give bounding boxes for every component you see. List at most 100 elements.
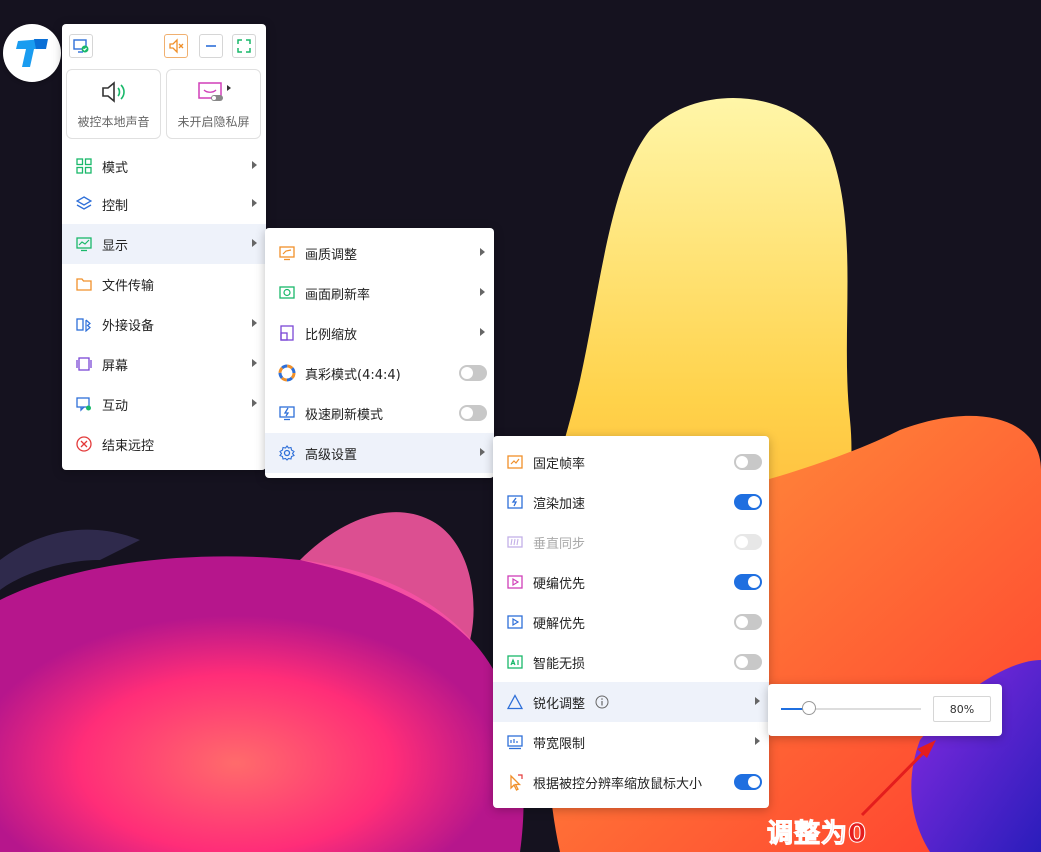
fast-refresh-toggle[interactable] [459,405,487,421]
advanced-item-cursor-scale[interactable]: 根据被控分辨率缩放鼠标大小 [493,762,769,802]
advanced-item-hw-decode[interactable]: 硬解优先 [493,602,769,642]
advanced-item-label: 硬解优先 [533,616,586,632]
submenu-item-fast-refresh[interactable]: 极速刷新模式 [265,393,494,433]
ai-lossless-icon [506,653,524,671]
menu-item-label: 显示 [102,238,129,254]
sharpen-value-box[interactable]: 80% [933,696,991,722]
scale-icon [278,324,296,342]
advanced-item-hw-encode[interactable]: 硬编优先 [493,562,769,602]
submenu-item-label: 极速刷新模式 [305,407,384,423]
sharpen-slider[interactable] [781,701,921,715]
layers-icon [75,195,93,213]
monitor-check-icon [73,39,89,53]
chevron-right-icon [480,248,485,256]
triangle-icon [506,693,524,711]
advanced-item-label: 带宽限制 [533,736,586,752]
menu-item-display[interactable]: 显示 [62,224,266,264]
advanced-item-label: 硬编优先 [533,576,586,592]
chevron-right-icon [252,319,257,327]
submenu-item-label: 高级设置 [305,447,358,463]
advanced-item-label: 固定帧率 [533,456,586,472]
info-icon[interactable] [595,695,609,709]
quality-adjust-icon [278,244,296,262]
advanced-item-label: 渲染加速 [533,496,586,512]
menu-item-mode[interactable]: 模式 [62,146,266,186]
screen-icon [75,355,93,373]
smart-lossless-toggle[interactable] [734,654,762,670]
app-logo[interactable] [3,24,61,82]
advanced-item-render-accel[interactable]: 渲染加速 [493,482,769,522]
advanced-item-bandwidth[interactable]: 带宽限制 [493,722,769,762]
menu-item-label: 文件传输 [102,278,155,294]
chevron-right-icon [480,448,485,456]
menu-item-label: 外接设备 [102,318,155,334]
menu-item-interaction[interactable]: 互动 [62,384,266,424]
sharpen-slider-knob[interactable] [802,701,816,715]
gear-icon [278,444,296,462]
submenu-item-advanced[interactable]: 高级设置 [265,433,494,473]
chevron-right-icon [755,697,760,705]
submenu-item-refresh-rate[interactable]: 画面刷新率 [265,273,494,313]
cursor-scale-toggle[interactable] [734,774,762,790]
fixed-framerate-toggle[interactable] [734,454,762,470]
close-circle-icon [75,435,93,453]
advanced-item-label: 智能无损 [533,656,586,672]
submenu-item-label: 画质调整 [305,247,358,263]
menu-item-screen[interactable]: 屏幕 [62,344,266,384]
advanced-item-label: 垂直同步 [533,536,586,552]
true-color-toggle[interactable] [459,365,487,381]
framerate-icon [506,453,524,471]
menu-item-label: 屏幕 [102,358,129,374]
advanced-item-vsync: 垂直同步 [493,522,769,562]
mute-icon [169,38,184,54]
chat-icon [75,395,93,413]
fullscreen-button[interactable] [232,34,256,58]
submenu-item-label: 比例缩放 [305,327,358,343]
chevron-right-icon [252,399,257,407]
advanced-item-smart-lossless[interactable]: 智能无损 [493,642,769,682]
menu-item-label: 结束远控 [102,438,155,454]
display-monitor-icon [75,235,93,253]
bluetooth-device-icon [75,315,93,333]
hw-decode-toggle[interactable] [734,614,762,630]
chevron-right-icon [480,328,485,336]
mute-button[interactable] [164,34,188,58]
privacy-screen-button[interactable]: 未开启隐私屏 [166,69,261,139]
chevron-right-icon [252,359,257,367]
vsync-toggle [734,534,762,550]
submenu-item-true-color[interactable]: 真彩模式(4:4:4) [265,353,494,393]
chevron-right-icon [480,288,485,296]
menu-item-control[interactable]: 控制 [62,184,266,224]
minimize-button[interactable] [199,34,223,58]
menu-item-end-remote[interactable]: 结束远控 [62,424,266,464]
cursor-scale-icon [506,773,524,791]
minimize-icon [206,45,216,47]
advanced-item-sharpen[interactable]: 锐化调整 [493,682,769,722]
local-sound-button[interactable]: 被控本地声音 [66,69,161,139]
main-menu: 被控本地声音 未开启隐私屏 模式 控制 显示 文件传输 外接设备 屏幕 互动 结… [62,24,266,470]
display-submenu: 画质调整 画面刷新率 比例缩放 真彩模式(4:4:4) 极速刷新模式 高级设置 [265,228,494,478]
hw-encode-icon [506,573,524,591]
fullscreen-icon [237,39,251,53]
chevron-right-icon [755,737,760,745]
chevron-right-icon [252,199,257,207]
menu-item-external-device[interactable]: 外接设备 [62,304,266,344]
local-sound-label: 被控本地声音 [77,115,150,129]
folder-icon [75,275,93,293]
menu-item-file-transfer[interactable]: 文件传输 [62,264,266,304]
advanced-item-fixed-framerate[interactable]: 固定帧率 [493,442,769,482]
remote-screen-button[interactable] [69,34,93,58]
menu-item-label: 互动 [102,398,129,414]
render-accel-icon [506,493,524,511]
privacy-screen-label: 未开启隐私屏 [177,115,250,129]
submenu-item-label: 画面刷新率 [305,287,371,303]
chevron-right-icon [252,161,257,169]
advanced-settings-submenu: 固定帧率 渲染加速 垂直同步 硬编优先 硬解优先 智能无损 锐化调整 带宽限制 … [493,436,769,808]
todesk-logo-icon [16,39,48,67]
speaker-icon [101,81,125,103]
grid-icon [75,157,93,175]
render-accel-toggle[interactable] [734,494,762,510]
hw-encode-toggle[interactable] [734,574,762,590]
submenu-item-scaling[interactable]: 比例缩放 [265,313,494,353]
submenu-item-quality[interactable]: 画质调整 [265,233,494,273]
